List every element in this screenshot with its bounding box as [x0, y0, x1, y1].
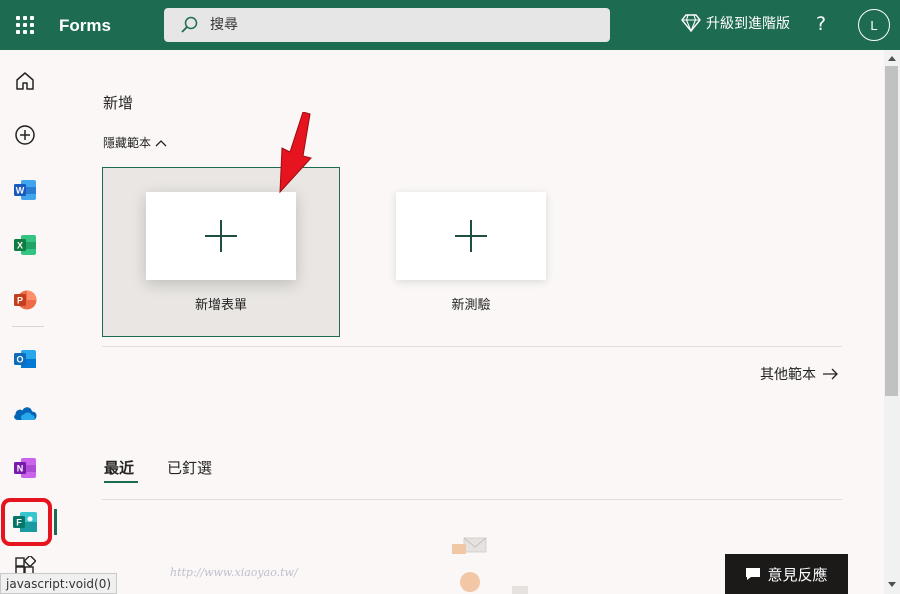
rail-outlook-button[interactable]: O — [8, 342, 42, 376]
new-form-card[interactable] — [146, 192, 296, 280]
rail-word-button[interactable]: W — [8, 173, 42, 207]
scroll-down-icon[interactable] — [888, 582, 896, 587]
svg-text:N: N — [17, 464, 24, 474]
plus-icon — [205, 220, 237, 252]
new-quiz-label[interactable]: 新測驗 — [396, 294, 546, 313]
app-launcher-icon[interactable] — [16, 16, 34, 34]
hide-templates-toggle[interactable]: 隱藏範本 — [103, 134, 167, 151]
rail-powerpoint-button[interactable]: P — [8, 283, 42, 317]
upgrade-button[interactable]: 升級到進階版 — [681, 13, 790, 33]
tabs-divider — [102, 499, 842, 500]
scroll-up-icon[interactable] — [888, 56, 896, 61]
new-form-label: 新增表單 — [194, 298, 247, 313]
new-quiz-card[interactable] — [396, 192, 546, 280]
search-input[interactable] — [210, 8, 590, 42]
watermark: http://www.xiaoyao.tw/ — [170, 566, 298, 579]
plus-icon — [455, 220, 487, 252]
svg-text:X: X — [17, 241, 23, 251]
rail-onedrive-button[interactable] — [8, 396, 42, 430]
svg-text:F: F — [16, 518, 22, 528]
onenote-icon: N — [14, 458, 36, 478]
avatar[interactable]: L — [858, 9, 890, 41]
onedrive-icon — [14, 407, 37, 420]
hide-templates-label: 隱藏範本 — [103, 136, 152, 150]
excel-icon: X — [14, 235, 36, 255]
help-button[interactable]: ? — [816, 13, 826, 35]
feedback-button[interactable]: 意見反應 — [725, 554, 848, 594]
create-icon — [15, 125, 35, 145]
search-box[interactable] — [164, 8, 610, 42]
diamond-icon — [681, 14, 701, 32]
annotation-arrow-icon — [279, 112, 312, 194]
tab-recent[interactable]: 最近 — [104, 457, 134, 478]
rail-create-button[interactable] — [8, 118, 42, 152]
new-section-title: 新增 — [103, 94, 134, 112]
arrow-right-icon — [823, 368, 838, 380]
scrollbar-thumb[interactable] — [885, 66, 898, 396]
home-icon — [16, 72, 34, 90]
top-bar: Forms 升級到進階版 ? L — [0, 0, 900, 50]
tab-active-indicator — [104, 481, 138, 483]
forms-active-indicator — [54, 509, 57, 535]
rail-forms-button[interactable]: F — [8, 505, 42, 539]
browser-status-bar: javascript:void(0) — [0, 573, 118, 594]
rail-excel-button[interactable]: X — [8, 228, 42, 262]
app-rail: W X P O N F — [0, 50, 57, 594]
templates-divider — [102, 346, 842, 347]
feedback-icon — [746, 568, 761, 580]
word-icon: W — [14, 180, 36, 200]
upgrade-label: 升級到進階版 — [706, 16, 790, 32]
powerpoint-icon: P — [14, 290, 37, 310]
svg-text:O: O — [16, 355, 23, 365]
rail-onenote-button[interactable]: N — [8, 451, 42, 485]
feedback-label: 意見反應 — [767, 565, 828, 584]
chevron-up-icon — [155, 139, 167, 146]
search-icon — [181, 16, 198, 33]
tab-pinned[interactable]: 已釘選 — [167, 457, 212, 478]
rail-home-button[interactable] — [8, 64, 42, 98]
svg-text:P: P — [17, 296, 23, 306]
rail-divider — [12, 326, 44, 327]
more-templates-link[interactable]: 其他範本 — [760, 364, 838, 384]
app-name[interactable]: Forms — [59, 16, 111, 36]
empty-state-illustration — [452, 537, 528, 594]
svg-text:W: W — [16, 186, 25, 196]
outlook-icon: O — [14, 350, 36, 368]
forms-icon: F — [13, 512, 37, 532]
more-templates-label: 其他範本 — [760, 367, 816, 383]
